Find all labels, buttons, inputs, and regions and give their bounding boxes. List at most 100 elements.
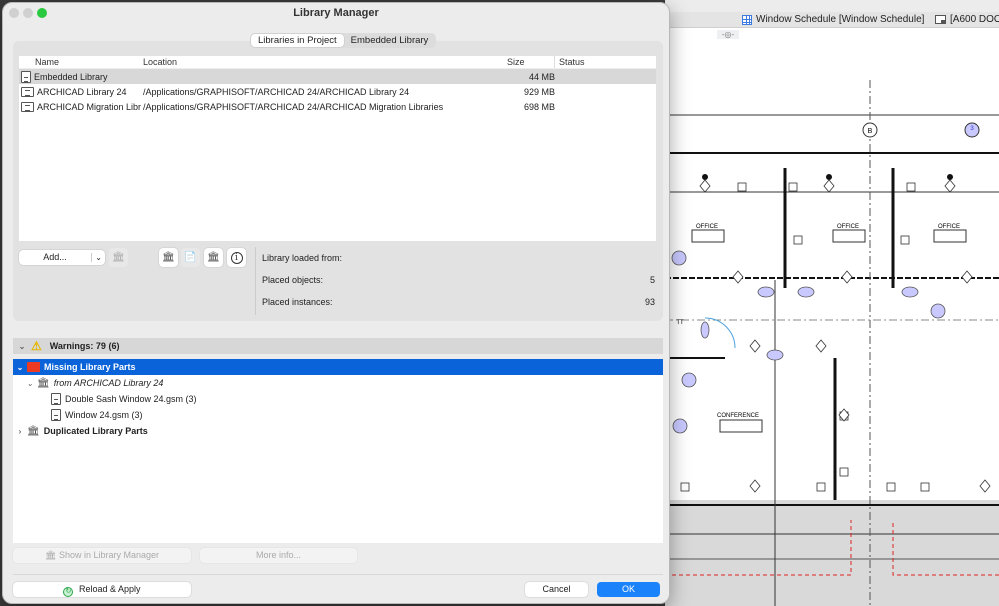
schedule-grid-icon bbox=[742, 14, 752, 25]
tree-item-label: Duplicated Library Parts bbox=[43, 426, 148, 436]
room-label-office: OFFICE bbox=[696, 224, 718, 230]
reload-library-button[interactable]: 🏛 bbox=[204, 248, 223, 267]
column-header-status[interactable]: Status bbox=[555, 56, 645, 68]
remove-library-button[interactable]: 🏛 bbox=[109, 248, 128, 267]
dialog-titlebar: Library Manager bbox=[3, 3, 669, 23]
button-label: More info... bbox=[255, 550, 302, 560]
button-label: OK bbox=[621, 584, 635, 594]
room-label-office: OFFICE bbox=[837, 224, 859, 230]
placed-objects-value: 5 bbox=[649, 275, 655, 285]
warning-triangle-icon: ⚠ bbox=[31, 339, 42, 353]
minimize-window-button[interactable] bbox=[23, 8, 33, 18]
library-location: /Applications/GRAPHISOFT/ARCHICAD 24/ARC… bbox=[143, 86, 410, 97]
library-icon: 🏛 bbox=[27, 425, 40, 437]
tab-embedded-library[interactable]: Embedded Library bbox=[344, 34, 436, 47]
libraries-panel: Name Location Size Status Embedded Libra… bbox=[13, 41, 663, 321]
warnings-tree: ⌄ Missing Library Parts ⌄ 🏛 from ARCHICA… bbox=[13, 359, 663, 543]
room-label-conference: CONFERENCE bbox=[717, 413, 759, 419]
more-info-button[interactable]: More info... bbox=[200, 548, 357, 563]
embed-library-button[interactable]: 📄 bbox=[181, 248, 200, 267]
tab-label: [A600 DOOR bbox=[950, 14, 999, 25]
embed-library-icon: 📄 bbox=[184, 252, 197, 263]
tree-item-from-archicad-library[interactable]: ⌄ 🏛 from ARCHICAD Library 24 bbox=[13, 375, 663, 391]
library-icon: 🏛 bbox=[37, 377, 50, 389]
floor-plan-drawing[interactable]: B 3 OFFICE OFFICE OFFICE CONFERENCE TT bbox=[665, 40, 999, 606]
loaded-from-label: Library loaded from: bbox=[262, 253, 343, 263]
placed-objects-label: Placed objects: bbox=[262, 275, 324, 285]
remove-library-icon: 🏛 bbox=[112, 252, 125, 263]
add-library-dropdown[interactable]: Add... ⌄ bbox=[19, 250, 105, 265]
table-header: Name Location Size Status bbox=[19, 56, 656, 69]
column-header-name[interactable]: Name bbox=[19, 56, 141, 68]
tree-item-double-sash-window[interactable]: Double Sash Window 24.gsm (3) bbox=[13, 391, 663, 407]
layout-icon bbox=[935, 15, 946, 24]
tree-item-duplicated-library-parts[interactable]: › 🏛 Duplicated Library Parts bbox=[13, 423, 663, 439]
document-icon bbox=[51, 393, 61, 405]
visibility-eye-icon[interactable]: -◎- bbox=[717, 30, 739, 39]
chevron-down-icon[interactable]: ⌄ bbox=[23, 379, 37, 388]
zoom-window-button[interactable] bbox=[37, 8, 47, 18]
grid-bubble-label: B bbox=[868, 128, 873, 135]
show-in-library-manager-button[interactable]: 🏛 Show in Library Manager bbox=[13, 548, 191, 563]
view-tab-bar: Window Schedule [Window Schedule] [A600 … bbox=[665, 12, 999, 28]
table-row[interactable]: ARCHICAD Migration Libra... /Application… bbox=[19, 99, 656, 114]
library-info-panel: Library loaded from: Placed objects: 5 Pl… bbox=[255, 247, 659, 315]
button-label: Show in Library Manager bbox=[58, 550, 159, 560]
library-reload-icon: 🏛 bbox=[207, 252, 220, 263]
column-header-location[interactable]: Location bbox=[141, 56, 507, 68]
warnings-header[interactable]: ⌄ ⚠ Warnings: 79 (6) bbox=[13, 338, 663, 354]
reload-apply-button[interactable]: ↻ Reload & Apply bbox=[13, 582, 191, 597]
cancel-button[interactable]: Cancel bbox=[525, 582, 588, 597]
button-label: Cancel bbox=[542, 584, 571, 594]
tab-label: Window Schedule [Window Schedule] bbox=[756, 14, 925, 25]
room-label-tt: TT bbox=[676, 320, 684, 326]
tab-window-schedule[interactable]: Window Schedule [Window Schedule] bbox=[742, 14, 924, 25]
app-titlebar bbox=[665, 0, 999, 12]
library-location: /Applications/GRAPHISOFT/ARCHICAD 24/ARC… bbox=[143, 101, 444, 112]
library-name: Embedded Library bbox=[34, 71, 108, 82]
chevron-right-icon[interactable]: › bbox=[13, 427, 27, 436]
dropdown-separator bbox=[91, 253, 92, 262]
library-folder-icon bbox=[21, 101, 34, 112]
divider bbox=[13, 574, 663, 575]
warnings-count: Warnings: 79 (6) bbox=[49, 341, 120, 351]
chevron-down-icon[interactable]: ⌄ bbox=[13, 363, 27, 372]
red-folder-icon bbox=[27, 362, 40, 372]
button-label: Reload & Apply bbox=[78, 584, 141, 594]
info-button[interactable]: i bbox=[227, 248, 246, 267]
tree-item-missing-library-parts[interactable]: ⌄ Missing Library Parts bbox=[13, 359, 663, 375]
archicad-plan-view: Window Schedule [Window Schedule] [A600 … bbox=[665, 0, 999, 606]
info-icon: i bbox=[230, 251, 243, 264]
library-table: Name Location Size Status Embedded Libra… bbox=[19, 56, 656, 241]
library-tabs: Libraries in Project Embedded Library bbox=[250, 33, 437, 48]
close-window-button[interactable] bbox=[9, 8, 19, 18]
chevron-down-icon: ⌄ bbox=[95, 253, 102, 262]
ok-button[interactable]: OK bbox=[597, 582, 660, 597]
chevron-down-icon[interactable]: ⌄ bbox=[13, 342, 31, 351]
tree-item-label: Double Sash Window 24.gsm (3) bbox=[65, 394, 197, 404]
library-size: 44 MB bbox=[528, 71, 555, 82]
library-manager-dialog: Library Manager Name Location Size Statu… bbox=[2, 2, 670, 604]
tree-item-window-24[interactable]: Window 24.gsm (3) bbox=[13, 407, 663, 423]
document-icon bbox=[51, 409, 61, 421]
table-row[interactable]: Embedded Library 44 MB bbox=[19, 69, 656, 84]
column-header-size[interactable]: Size bbox=[507, 56, 555, 68]
document-icon bbox=[21, 70, 31, 83]
library-folder-icon bbox=[21, 86, 34, 97]
reload-icon: ↻ bbox=[63, 587, 74, 597]
tree-item-label: Missing Library Parts bbox=[44, 362, 136, 372]
server-library-icon: 🏛 bbox=[162, 252, 175, 263]
library-size: 698 MB bbox=[523, 101, 555, 112]
dialog-title: Library Manager bbox=[293, 7, 379, 19]
library-size: 929 MB bbox=[523, 86, 555, 97]
tab-libraries-in-project[interactable]: Libraries in Project bbox=[251, 34, 344, 47]
library-name: ARCHICAD Migration Libra... bbox=[37, 101, 141, 112]
tab-a600-door[interactable]: [A600 DOOR bbox=[935, 14, 999, 25]
tree-item-label: Window 24.gsm (3) bbox=[65, 410, 143, 420]
placed-instances-value: 93 bbox=[644, 297, 655, 307]
table-row[interactable]: ARCHICAD Library 24 /Applications/GRAPHI… bbox=[19, 84, 656, 99]
add-server-library-button[interactable]: 🏛 bbox=[159, 248, 178, 267]
add-label: Add... bbox=[43, 252, 67, 262]
placed-instances-label: Placed instances: bbox=[262, 297, 333, 307]
library-toolbar: Add... ⌄ 🏛 🏛 📄 🏛 i bbox=[19, 248, 259, 272]
